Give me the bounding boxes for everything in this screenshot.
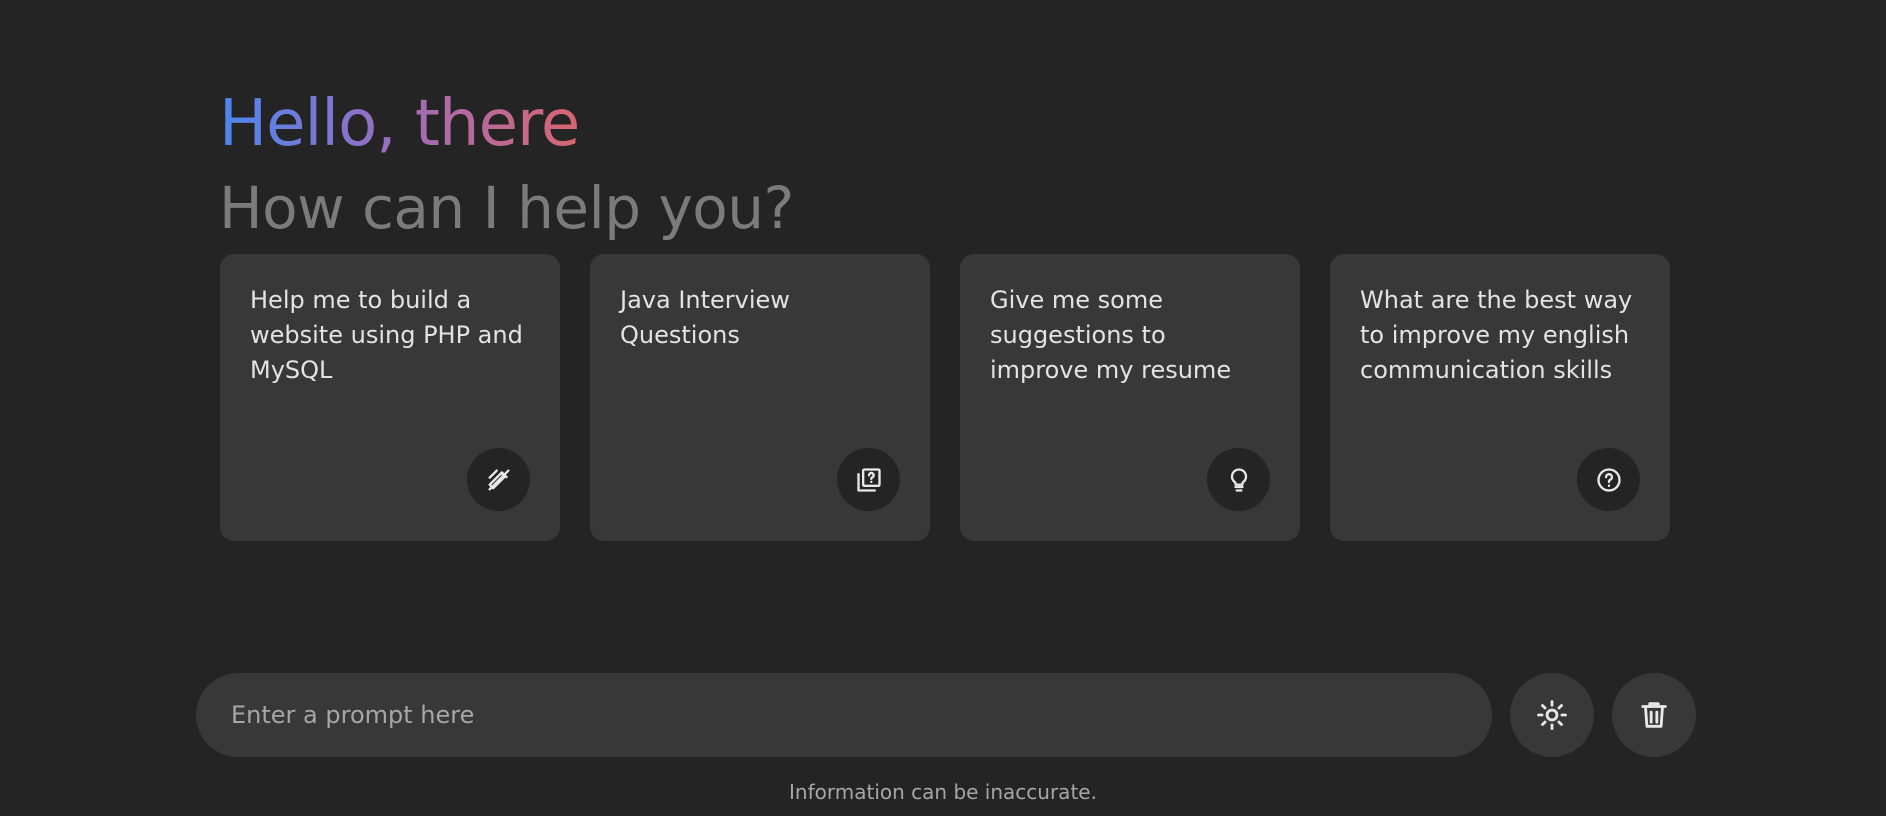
suggestion-card-english[interactable]: What are the best way to improve my engl… — [1330, 254, 1670, 541]
chat-home-page: Hello, there How can I help you? Help me… — [0, 0, 1886, 816]
sun-icon — [1535, 698, 1569, 732]
suggestion-text: What are the best way to improve my engl… — [1360, 286, 1633, 384]
header: Hello, there How can I help you? — [219, 80, 794, 250]
delete-chat-button[interactable] — [1612, 673, 1696, 757]
suggestion-text: Give me some suggestions to improve my r… — [990, 286, 1232, 384]
suggestion-text: Help me to build a website using PHP and… — [250, 286, 523, 384]
suggestion-card-resume[interactable]: Give me some suggestions to improve my r… — [960, 254, 1300, 541]
greeting-title: Hello, there — [219, 80, 580, 168]
greeting-subtitle: How can I help you? — [219, 174, 794, 242]
quiz-icon — [837, 448, 900, 511]
prompt-input[interactable] — [196, 673, 1492, 757]
suggestion-list: Help me to build a website using PHP and… — [220, 254, 1670, 541]
prompt-bar — [196, 673, 1696, 757]
suggestion-card-java[interactable]: Java Interview Questions — [590, 254, 930, 541]
trash-icon — [1637, 698, 1671, 732]
suggestion-text: Java Interview Questions — [620, 286, 790, 349]
pencil-ruler-icon — [467, 448, 530, 511]
lightbulb-icon — [1207, 448, 1270, 511]
disclaimer-text: Information can be inaccurate. — [789, 780, 1097, 804]
suggestion-card-php[interactable]: Help me to build a website using PHP and… — [220, 254, 560, 541]
help-circle-icon — [1577, 448, 1640, 511]
theme-toggle-button[interactable] — [1510, 673, 1594, 757]
